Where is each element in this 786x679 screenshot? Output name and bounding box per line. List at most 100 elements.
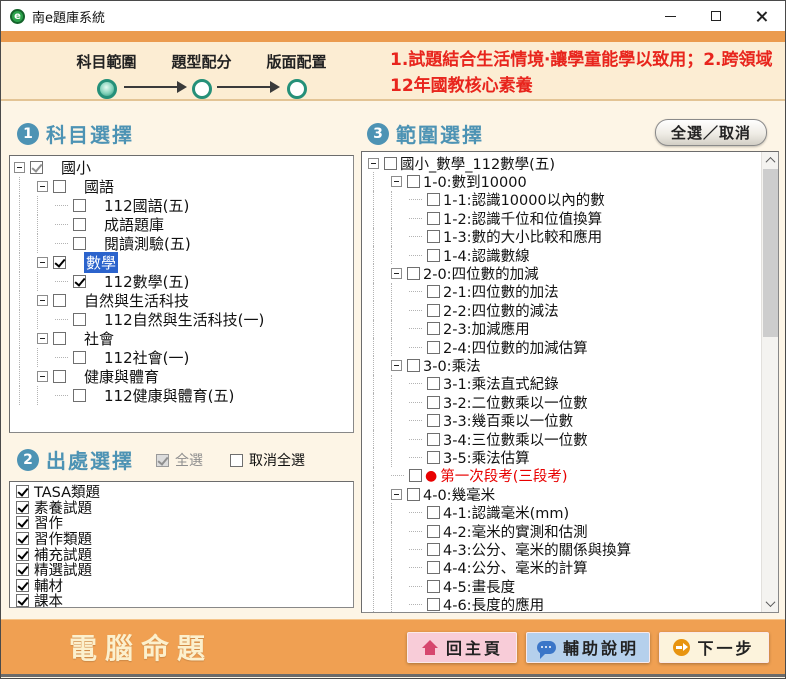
tree-item[interactable]: 4-6:長度的應用 — [364, 595, 760, 613]
tree-checkbox[interactable] — [53, 294, 66, 307]
tree-item[interactable]: 1-3:數的大小比較和應用 — [364, 228, 760, 246]
tree-checkbox[interactable] — [427, 249, 440, 262]
list-item[interactable]: 課本 — [14, 593, 353, 608]
source-checkbox[interactable] — [16, 532, 29, 545]
tree-item[interactable]: 國小 — [10, 158, 353, 177]
tree-checkbox[interactable] — [427, 525, 440, 538]
tree-item-label[interactable]: 國小 — [61, 157, 91, 178]
tree-item[interactable]: 國小_數學_112數學(五) — [364, 154, 760, 172]
tree-item[interactable]: 3-2:二位數乘以一位數 — [364, 393, 760, 411]
tree-item-label[interactable]: 112自然與生活科技(一) — [104, 309, 264, 330]
tree-checkbox[interactable] — [427, 561, 440, 574]
tree-checkbox[interactable] — [427, 377, 440, 390]
close-button[interactable] — [739, 1, 785, 31]
tree-checkbox[interactable] — [427, 285, 440, 298]
tree-item[interactable]: 成語題庫 — [10, 215, 353, 234]
tree-item[interactable]: 1-1:認識10000以內的數 — [364, 191, 760, 209]
tree-checkbox[interactable] — [427, 193, 440, 206]
vertical-scrollbar[interactable] — [761, 152, 778, 612]
list-item[interactable]: 素養試題 — [14, 500, 353, 516]
wizard-step-1[interactable]: 科目範圍 — [59, 51, 154, 99]
home-button[interactable]: 回主頁 — [407, 632, 517, 663]
tree-item-label[interactable]: 國語 — [84, 176, 114, 197]
tree-checkbox[interactable] — [53, 256, 66, 269]
tree-item-label[interactable]: 社會 — [84, 328, 114, 349]
source-checkbox[interactable] — [16, 501, 29, 514]
tree-item[interactable]: 112數學(五) — [10, 272, 353, 291]
collapse-toggle[interactable] — [14, 162, 25, 173]
tree-checkbox[interactable] — [53, 332, 66, 345]
tree-item[interactable]: 社會 — [10, 329, 353, 348]
collapse-toggle[interactable] — [368, 158, 379, 169]
tree-item[interactable]: 112健康與體育(五) — [10, 386, 353, 405]
select-all-toggle-button[interactable]: 全選／取消 — [655, 119, 767, 146]
scrollbar-thumb[interactable] — [763, 169, 778, 337]
tree-checkbox[interactable] — [427, 322, 440, 335]
tree-checkbox[interactable] — [407, 175, 420, 188]
tree-checkbox[interactable] — [427, 433, 440, 446]
tree-checkbox[interactable] — [427, 304, 440, 317]
tree-item-label[interactable]: 4-6:長度的應用 — [443, 594, 544, 613]
tree-checkbox[interactable] — [53, 370, 66, 383]
tree-checkbox[interactable] — [409, 469, 422, 482]
tree-checkbox[interactable] — [427, 543, 440, 556]
tree-item[interactable]: 2-0:四位數的加減 — [364, 264, 760, 282]
tree-item[interactable]: 4-2:毫米的實測和估測 — [364, 522, 760, 540]
tree-item[interactable]: 閱讀測驗(五) — [10, 234, 353, 253]
tree-item[interactable]: 1-2:認識千位和位值換算 — [364, 209, 760, 227]
tree-item[interactable]: 2-3:加減應用 — [364, 320, 760, 338]
tree-checkbox[interactable] — [427, 580, 440, 593]
tree-item[interactable]: 數學 — [10, 253, 353, 272]
tree-item[interactable]: 112社會(一) — [10, 348, 353, 367]
tree-item[interactable]: 3-3:幾百乘以一位數 — [364, 411, 760, 429]
collapse-toggle[interactable] — [37, 295, 48, 306]
tree-checkbox[interactable] — [427, 341, 440, 354]
tree-item[interactable]: ●第一次段考(三段考) — [364, 467, 760, 485]
source-checkbox[interactable] — [16, 516, 29, 529]
tree-item-label[interactable]: 112數學(五) — [104, 271, 189, 292]
tree-checkbox[interactable] — [73, 218, 86, 231]
collapse-toggle[interactable] — [37, 181, 48, 192]
collapse-toggle[interactable] — [391, 489, 402, 500]
tree-checkbox[interactable] — [427, 414, 440, 427]
tree-item[interactable]: 國語 — [10, 177, 353, 196]
tree-checkbox[interactable] — [407, 359, 420, 372]
tree-item[interactable]: 3-0:乘法 — [364, 356, 760, 374]
tree-checkbox[interactable] — [427, 451, 440, 464]
select-all-checkbox[interactable]: 全選 — [151, 450, 203, 470]
wizard-step-3[interactable]: 版面配置 — [249, 51, 344, 99]
maximize-button[interactable] — [693, 1, 739, 31]
minimize-button[interactable] — [647, 1, 693, 31]
tree-item[interactable]: 自然與生活科技 — [10, 291, 353, 310]
tree-checkbox[interactable] — [407, 267, 420, 280]
help-button[interactable]: 輔助說明 — [526, 632, 650, 663]
tree-item[interactable]: 3-1:乘法直式紀錄 — [364, 375, 760, 393]
tree-checkbox[interactable] — [427, 212, 440, 225]
collapse-toggle[interactable] — [391, 176, 402, 187]
tree-item[interactable]: 1-4:認識數線 — [364, 246, 760, 264]
collapse-toggle[interactable] — [37, 333, 48, 344]
tree-item[interactable]: 3-4:三位數乘以一位數 — [364, 430, 760, 448]
source-checkbox[interactable] — [16, 594, 29, 607]
list-item[interactable]: 精選試題 — [14, 562, 353, 578]
tree-item[interactable]: 3-5:乘法估算 — [364, 448, 760, 466]
tree-item-label[interactable]: 數學 — [84, 252, 118, 273]
tree-checkbox[interactable] — [407, 488, 420, 501]
tree-item-label[interactable]: 成語題庫 — [104, 214, 164, 235]
tree-checkbox[interactable] — [384, 157, 397, 170]
tree-item-label[interactable]: 健康與體育 — [84, 366, 159, 387]
collapse-toggle[interactable] — [37, 257, 48, 268]
tree-checkbox[interactable] — [73, 199, 86, 212]
tree-item-label[interactable]: 閱讀測驗(五) — [104, 233, 191, 254]
tree-item[interactable]: 4-3:公分、毫米的關係與換算 — [364, 540, 760, 558]
tree-checkbox[interactable] — [73, 275, 86, 288]
tree-item[interactable]: 4-4:公分、毫米的計算 — [364, 559, 760, 577]
tree-item[interactable]: 2-1:四位數的加法 — [364, 283, 760, 301]
deselect-all-checkbox[interactable]: 取消全選 — [225, 450, 305, 470]
tree-item[interactable]: 1-0:數到10000 — [364, 172, 760, 190]
tree-checkbox[interactable] — [427, 506, 440, 519]
collapse-toggle[interactable] — [391, 268, 402, 279]
next-button[interactable]: 下一步 — [659, 632, 769, 663]
tree-checkbox[interactable] — [73, 237, 86, 250]
tree-checkbox[interactable] — [427, 598, 440, 611]
